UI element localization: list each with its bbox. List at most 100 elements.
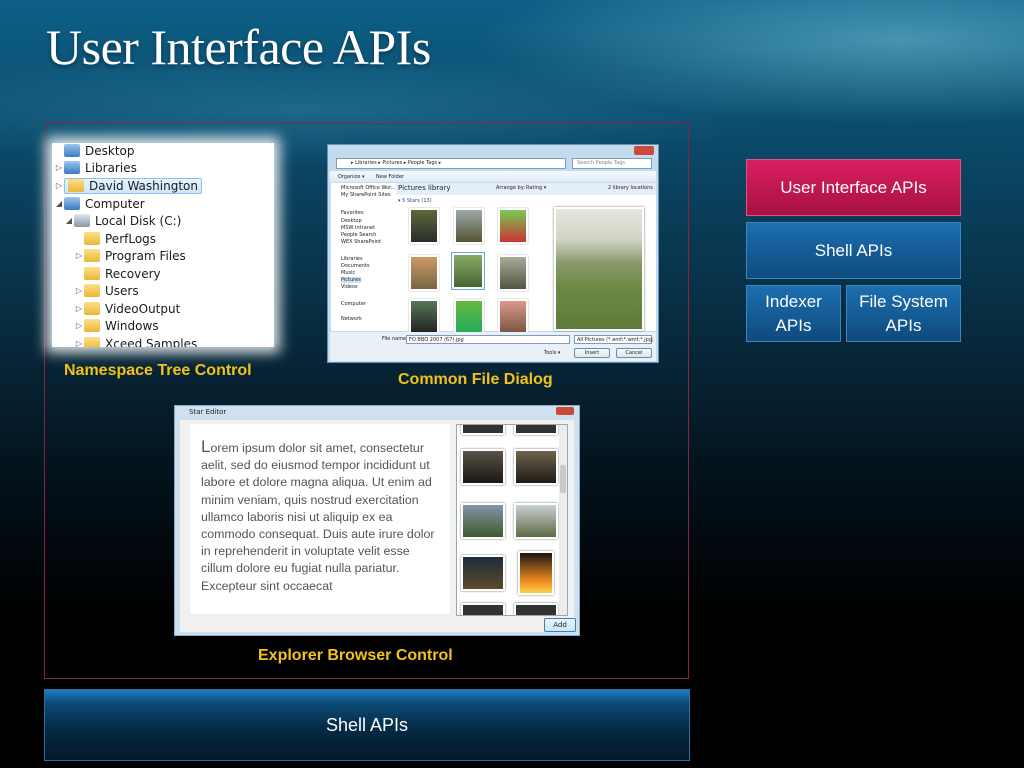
close-icon[interactable] [634, 146, 654, 155]
scrollbar[interactable] [559, 425, 567, 615]
expand-icon[interactable]: ▷ [54, 163, 64, 172]
photo-thumbnail[interactable] [454, 208, 484, 244]
nav-item[interactable]: Favorites [341, 210, 364, 216]
shell-apis-bar: Shell APIs [44, 689, 690, 761]
folder-icon [84, 284, 100, 297]
photo-thumbnail[interactable] [461, 449, 505, 485]
tree-item-users[interactable]: ▷ Users [74, 282, 139, 299]
photo-thumbnail[interactable] [518, 551, 554, 595]
add-button[interactable]: Add [544, 618, 576, 632]
explorer-browser-window: Star Editor Lorem ipsum dolor sit amet, … [174, 405, 580, 636]
tree-item-desktop[interactable]: Desktop [54, 143, 135, 159]
library-locations-link[interactable]: 2 library locations [608, 185, 653, 191]
photo-thumbnail[interactable] [409, 255, 439, 291]
tree-item-program-files[interactable]: ▷ Program Files [74, 247, 186, 264]
common-file-dialog: ▸ Libraries ▸ Pictures ▸ People Tags ▸ S… [327, 144, 659, 363]
cancel-button[interactable]: Cancel [616, 348, 652, 358]
collapse-icon[interactable]: ◢ [54, 199, 64, 208]
file-system-apis-box: File System APIs [846, 285, 961, 342]
body-text: orem ipsum dolor sit amet, consectetur a… [201, 441, 435, 593]
file-dialog-caption: Common File Dialog [398, 371, 553, 388]
namespace-tree-control[interactable]: Desktop ▷ Libraries ▷ David Washington ◢… [52, 143, 274, 347]
insert-button[interactable]: Insert [574, 348, 610, 358]
folder-icon [84, 319, 100, 332]
photo-thumbnail[interactable] [461, 603, 505, 615]
tree-item-xceed-samples[interactable]: ▷ Xceed Samples [74, 335, 197, 347]
photo-thumbnail[interactable] [514, 449, 558, 485]
text-editor[interactable]: Lorem ipsum dolor sit amet, consectetur … [190, 424, 450, 614]
nav-item[interactable]: WEX SharePoint [341, 239, 381, 245]
tools-menu[interactable]: Tools ▾ [544, 350, 560, 356]
computer-icon [64, 197, 80, 210]
collapse-icon[interactable]: ◢ [64, 216, 74, 225]
organize-menu[interactable]: Organize ▾ [338, 174, 365, 180]
tree-item-local-disk[interactable]: ◢ Local Disk (C:) [64, 212, 181, 229]
nav-item[interactable]: Desktop [341, 218, 362, 224]
file-type-filter[interactable]: All Pictures (*.emf;*.wmf;*.jpg; [574, 335, 654, 344]
nav-item[interactable]: Libraries [341, 256, 363, 262]
library-header: Pictures library Arrange by: Rating ▾ 2 … [396, 183, 656, 195]
search-input[interactable]: Search People Tags [572, 158, 652, 169]
photo-thumbnail[interactable] [461, 503, 505, 539]
tree-item-computer[interactable]: ◢ Computer [54, 195, 145, 212]
expand-icon[interactable]: ▷ [74, 339, 84, 347]
photo-thumbnail-selected[interactable] [451, 252, 485, 290]
desktop-icon [64, 144, 80, 157]
photo-thumbnail[interactable] [498, 208, 528, 244]
folder-icon [84, 337, 100, 347]
nav-item[interactable]: My SharePoint Sites [341, 192, 391, 198]
file-name-input[interactable]: FO BBQ 2007 (67).jpg [406, 335, 570, 344]
folder-icon [84, 267, 100, 280]
nav-item[interactable]: Computer [341, 301, 366, 307]
photo-thumbnail[interactable] [409, 208, 439, 244]
photo-thumbnail[interactable] [498, 299, 528, 335]
arrange-dropdown[interactable]: Rating ▾ [526, 185, 546, 191]
dialog-footer: File name: FO BBQ 2007 (67).jpg All Pict… [330, 332, 656, 361]
tree-item-perflogs[interactable]: PerfLogs [74, 230, 156, 247]
explorer-browser-control[interactable] [456, 424, 568, 616]
nav-item[interactable]: Microsoft Office Wor... [341, 185, 396, 191]
folder-icon [84, 249, 100, 262]
expand-icon[interactable]: ▷ [74, 251, 84, 260]
tree-item-user[interactable]: ▷ David Washington [54, 177, 202, 194]
nav-item[interactable]: Network [341, 316, 362, 322]
close-icon[interactable] [556, 407, 574, 415]
tree-item-windows[interactable]: ▷ Windows [74, 317, 159, 334]
group-header[interactable]: ▾ 5 Stars (13) [398, 198, 432, 204]
shell-apis-box: Shell APIs [746, 222, 961, 279]
nav-item[interactable]: People Search [341, 232, 376, 238]
tree-item-videooutput[interactable]: ▷ VideoOutput [74, 300, 180, 317]
nav-item[interactable]: Videos [341, 284, 358, 290]
scroll-thumb[interactable] [560, 465, 566, 493]
nav-item[interactable]: Music [341, 270, 355, 276]
navigation-pane: Microsoft Office Wor... My SharePoint Si… [331, 183, 396, 331]
photo-thumbnail[interactable] [461, 555, 505, 591]
libraries-icon [64, 161, 80, 174]
expand-icon[interactable]: ▷ [74, 304, 84, 313]
nav-item[interactable]: MSW Intranet [341, 225, 375, 231]
nav-item[interactable]: Documents [341, 263, 370, 269]
folder-icon [84, 232, 100, 245]
photo-thumbnail[interactable] [454, 299, 484, 335]
folder-icon [84, 302, 100, 315]
new-folder-button[interactable]: New Folder [376, 174, 404, 180]
photo-thumbnail[interactable] [514, 503, 558, 539]
expand-icon[interactable]: ▷ [74, 321, 84, 330]
tree-item-recovery[interactable]: Recovery [74, 265, 161, 282]
photo-thumbnail[interactable] [514, 425, 558, 435]
user-folder-icon [68, 179, 84, 192]
selected-item[interactable]: David Washington [64, 177, 202, 194]
address-bar[interactable]: ▸ Libraries ▸ Pictures ▸ People Tags ▸ [336, 158, 566, 169]
expand-icon[interactable]: ▷ [74, 286, 84, 295]
photo-thumbnail[interactable] [498, 255, 528, 291]
nav-item-selected[interactable]: Pictures [341, 277, 361, 283]
window-content: Lorem ipsum dolor sit amet, consectetur … [180, 420, 574, 632]
photo-thumbnail[interactable] [461, 425, 505, 435]
explorer-browser-caption: Explorer Browser Control [258, 647, 453, 664]
dialog-toolbar: Organize ▾ New Folder [330, 171, 656, 182]
indexer-apis-box: Indexer APIs [746, 285, 841, 342]
expand-icon[interactable]: ▷ [54, 181, 64, 190]
tree-item-libraries[interactable]: ▷ Libraries [54, 159, 137, 176]
photo-thumbnail[interactable] [514, 603, 558, 615]
photo-thumbnail[interactable] [409, 299, 439, 335]
